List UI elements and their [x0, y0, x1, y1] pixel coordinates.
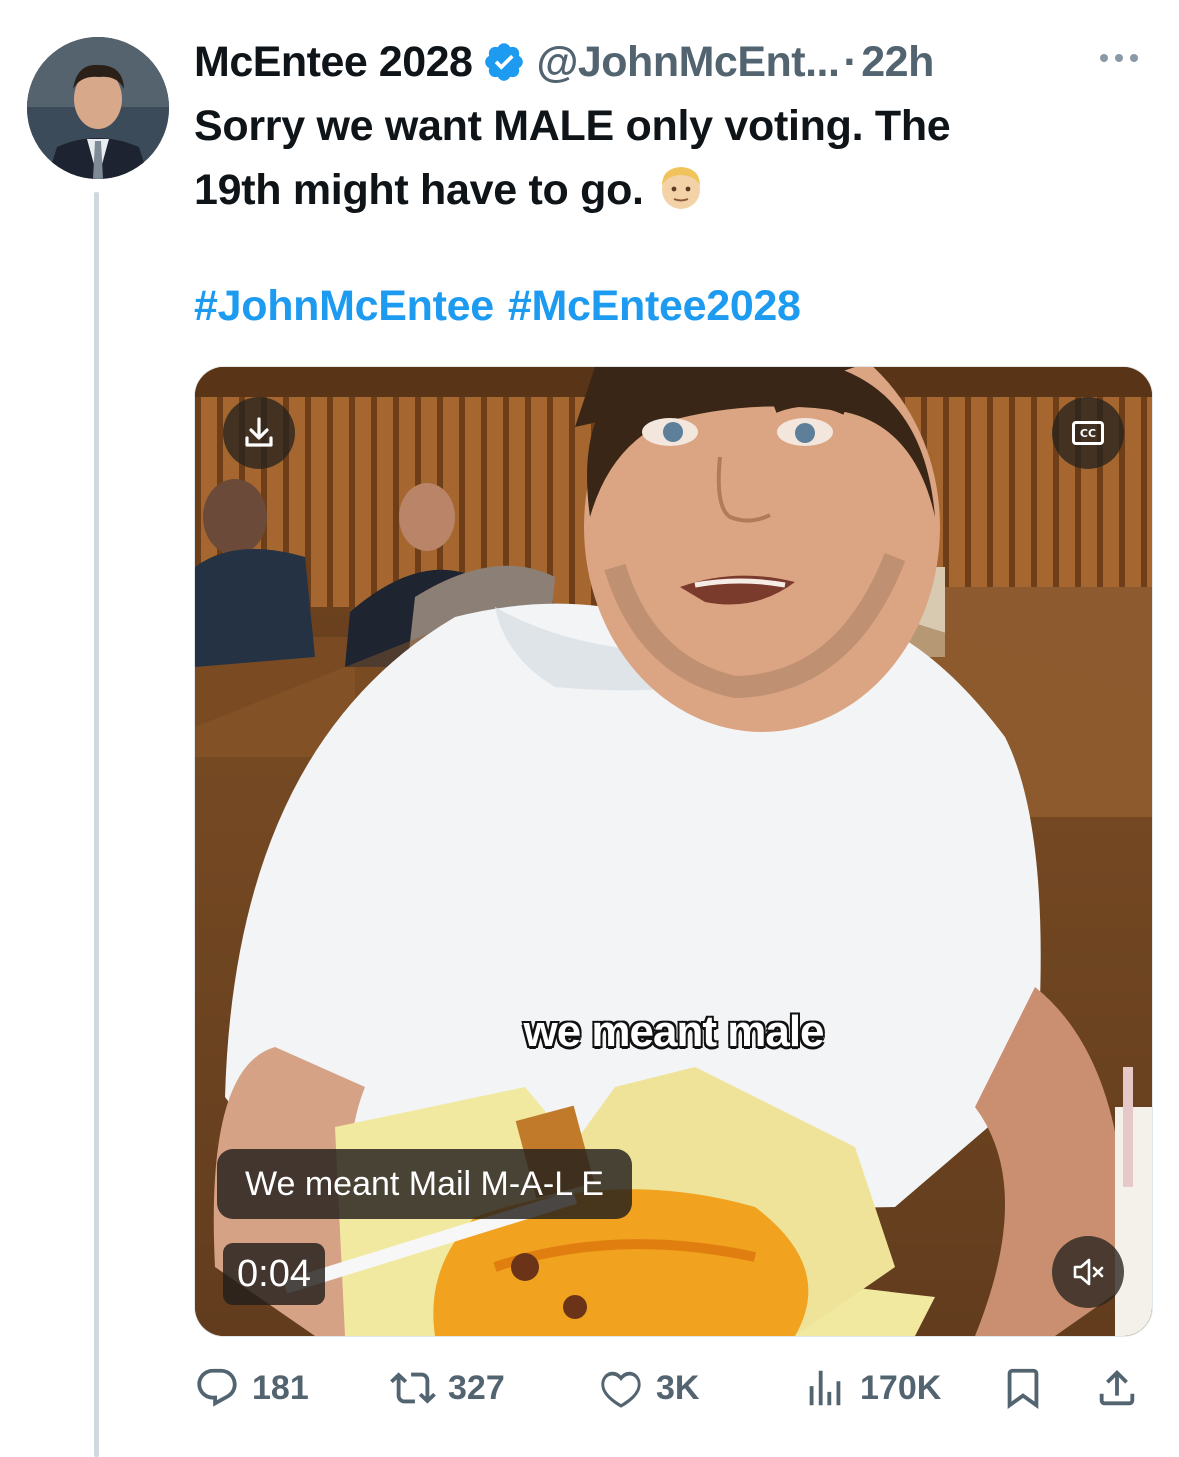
views-count: 170K	[860, 1368, 942, 1407]
closed-captions-button[interactable]: CC	[1052, 397, 1124, 469]
repost-count: 327	[448, 1368, 505, 1407]
download-button[interactable]	[223, 397, 295, 469]
bookmark-icon	[1007, 1368, 1039, 1409]
like-count: 3K	[656, 1368, 700, 1407]
separator: ·	[843, 37, 858, 86]
verified-badge-icon[interactable]	[482, 40, 526, 84]
reply-button[interactable]: 181	[194, 1356, 309, 1420]
like-button[interactable]: 3K	[598, 1356, 699, 1420]
tweet-text-line: Sorry we want MALE only voting. The	[194, 102, 951, 150]
repost-icon	[390, 1372, 436, 1404]
heart-icon	[601, 1371, 641, 1408]
views-button[interactable]: 170K	[802, 1356, 941, 1420]
tweet-text: Sorry we want MALE only voting. The 19th…	[194, 94, 1094, 222]
mute-button[interactable]	[1052, 1236, 1124, 1308]
reply-count: 181	[252, 1368, 309, 1407]
cc-icon: CC	[1072, 421, 1104, 445]
video-timestamp: 0:04	[223, 1243, 325, 1305]
video-player[interactable]: CC we meant male We meant Mail M-A-L E 0…	[194, 366, 1153, 1337]
handle[interactable]: @JohnMcEnt...	[536, 38, 839, 87]
tweet-header: McEntee 2028 @JohnMcEnt... · 22h	[194, 34, 1149, 90]
share-icon	[1099, 1369, 1135, 1406]
timestamp-link[interactable]: 22h	[861, 38, 934, 87]
views-chart-icon	[809, 1370, 841, 1406]
video-burned-caption: we meant male	[523, 1007, 824, 1056]
closed-caption-text: We meant Mail M-A-L E	[217, 1149, 632, 1219]
hashtags: #JohnMcEntee #McEntee2028	[194, 282, 815, 331]
tweet-text-line-2: 19th might have to go.	[194, 158, 1094, 222]
thread-line	[94, 192, 99, 1457]
hashtag-link[interactable]: #JohnMcEntee	[194, 282, 494, 330]
avatar[interactable]	[27, 37, 169, 179]
bookmark-button[interactable]	[1000, 1356, 1058, 1420]
more-options-icon[interactable]	[1089, 36, 1149, 80]
tweet-text-line: 19th might have to go.	[194, 166, 644, 214]
reply-icon	[197, 1368, 237, 1407]
speaker-muted-icon	[1073, 1258, 1104, 1286]
action-bar: 181 327 3K 170K	[194, 1356, 1151, 1420]
display-name[interactable]: McEntee 2028	[194, 38, 473, 87]
man-blond-hair-emoji-icon	[661, 167, 700, 209]
share-button[interactable]	[1094, 1356, 1152, 1420]
repost-button[interactable]: 327	[390, 1356, 505, 1420]
hashtag-link[interactable]: #McEntee2028	[508, 282, 801, 330]
download-icon	[245, 417, 273, 447]
